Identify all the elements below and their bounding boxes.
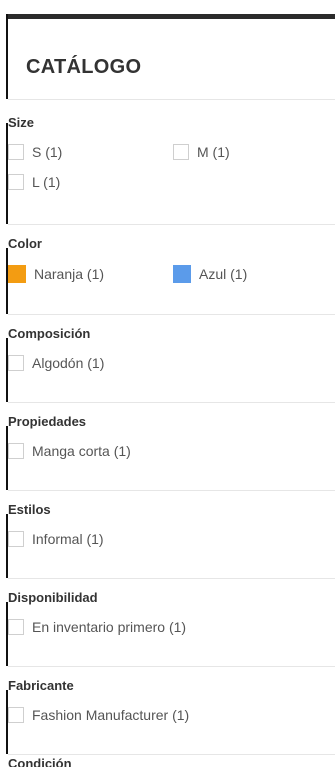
checkbox[interactable] <box>8 619 24 635</box>
estilos-option-label: Informal (1) <box>32 531 104 547</box>
catalog-header: CATÁLOGO <box>8 19 335 100</box>
checkbox[interactable] <box>8 443 24 459</box>
facet-title-size: Size <box>8 115 35 130</box>
size-option-l-label: L (1) <box>32 174 61 190</box>
color-swatch-azul[interactable] <box>173 265 191 283</box>
color-option-naranja-label: Naranja (1) <box>34 266 105 282</box>
composicion-option-label: Algodón (1) <box>32 355 105 371</box>
fabricante-option-fashion-manufacturer[interactable]: Fashion Manufacturer (1) <box>8 707 189 723</box>
title-mask <box>0 402 8 426</box>
propiedades-option-label: Manga corta (1) <box>32 443 131 459</box>
color-swatch-naranja[interactable] <box>8 265 26 283</box>
facet-color: Color Naranja (1) Azul (1) <box>0 224 335 315</box>
checkbox[interactable] <box>173 144 189 160</box>
propiedades-option-manga-corta[interactable]: Manga corta (1) <box>8 443 131 459</box>
disponibilidad-option-en-inventario[interactable]: En inventario primero (1) <box>8 619 186 635</box>
size-option-l[interactable]: L (1) <box>8 174 60 190</box>
checkbox[interactable] <box>8 144 24 160</box>
facet-size: Size S (1) M (1) L (1) <box>0 99 335 225</box>
title-mask <box>0 224 8 248</box>
facet-title-estilos: Estilos <box>8 502 51 517</box>
facet-title-condicion: Condición <box>8 756 72 767</box>
facet-title-composicion: Composición <box>8 326 91 341</box>
facet-disponibilidad: Disponibilidad En inventario primero (1) <box>0 578 335 667</box>
catalog-filter-panel: CATÁLOGO Size S (1) M (1) L (1) Color Na… <box>0 0 335 767</box>
size-option-m-label: M (1) <box>197 144 230 160</box>
facet-propiedades: Propiedades Manga corta (1) <box>0 402 335 491</box>
title-mask <box>0 754 8 767</box>
checkbox[interactable] <box>8 355 24 371</box>
facet-title-color: Color <box>8 236 42 251</box>
facet-condicion: Condición <box>0 754 335 767</box>
title-mask <box>0 314 8 338</box>
size-option-s-label: S (1) <box>32 144 63 160</box>
catalog-title: CATÁLOGO <box>26 56 142 78</box>
facet-title-propiedades: Propiedades <box>8 414 87 429</box>
composicion-option-algodon[interactable]: Algodón (1) <box>8 355 104 371</box>
facet-title-fabricante: Fabricante <box>8 678 74 693</box>
checkbox[interactable] <box>8 707 24 723</box>
title-mask <box>0 578 8 602</box>
facet-estilos: Estilos Informal (1) <box>0 490 335 579</box>
checkbox[interactable] <box>8 531 24 547</box>
color-option-naranja[interactable]: Naranja (1) <box>8 265 104 283</box>
disponibilidad-option-label: En inventario primero (1) <box>32 619 187 635</box>
title-mask <box>0 666 8 690</box>
color-option-azul[interactable]: Azul (1) <box>173 265 247 283</box>
facet-title-disponibilidad: Disponibilidad <box>8 590 98 605</box>
title-mask <box>0 99 8 123</box>
size-option-s[interactable]: S (1) <box>8 144 62 160</box>
checkbox[interactable] <box>8 174 24 190</box>
facet-fabricante: Fabricante Fashion Manufacturer (1) <box>0 666 335 755</box>
color-option-azul-label: Azul (1) <box>199 266 248 282</box>
estilos-option-informal[interactable]: Informal (1) <box>8 531 104 547</box>
facet-composicion: Composición Algodón (1) <box>0 314 335 403</box>
fabricante-option-label: Fashion Manufacturer (1) <box>32 707 190 723</box>
title-mask <box>0 490 8 514</box>
size-option-m[interactable]: M (1) <box>173 144 230 160</box>
